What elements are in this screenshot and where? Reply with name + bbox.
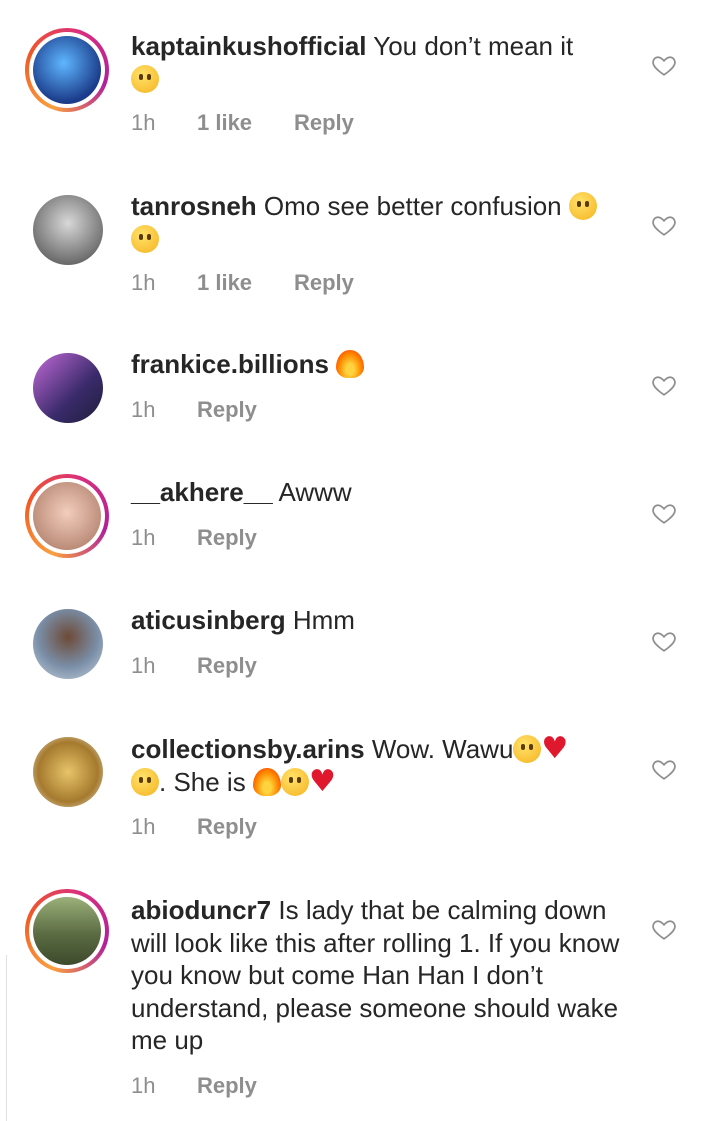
red-heart-emoji-icon: ♥ <box>308 763 336 799</box>
red-heart-emoji-icon: ♥ <box>541 731 569 766</box>
comment-text: tanrosneh Omo see better confusion <box>131 190 626 255</box>
comment-username[interactable]: abioduncr7 <box>131 895 271 925</box>
reply-button[interactable]: Reply <box>197 397 257 423</box>
heart-outline-icon[interactable] <box>651 500 677 526</box>
comment-time: 1h <box>131 110 156 135</box>
heart-outline-icon[interactable] <box>651 212 677 238</box>
comment-time: 1h <box>131 270 156 295</box>
comment-body: Hmm <box>292 605 355 635</box>
reply-button[interactable]: Reply <box>197 525 257 551</box>
comment-time: 1h <box>131 397 156 422</box>
reply-button[interactable]: Reply <box>294 110 354 136</box>
reply-button[interactable]: Reply <box>197 1073 257 1099</box>
avatar[interactable] <box>25 889 109 973</box>
laughing-tears-emoji-icon <box>131 224 159 253</box>
avatar[interactable] <box>25 474 109 558</box>
comment-likes[interactable]: 1 like <box>197 110 294 136</box>
comment-text: aticusinberg Hmm <box>131 604 626 637</box>
comment-body-continued: . She is <box>159 766 246 797</box>
kissing-face-emoji-icon <box>513 735 542 763</box>
heart-outline-icon[interactable] <box>651 52 677 78</box>
comment-time: 1h <box>131 814 156 839</box>
fire-emoji-icon <box>336 350 365 378</box>
comment-body: Omo see better confusion <box>263 191 562 221</box>
avatar[interactable] <box>33 737 103 807</box>
comment-username[interactable]: __akhere__ <box>131 477 273 507</box>
edge-divider <box>0 955 7 1121</box>
comment-text: collectionsby.arins Wow. Wawu ♥ . She is … <box>131 733 626 798</box>
laughing-tears-emoji-icon <box>568 192 597 220</box>
comment-time: 1h <box>131 653 156 678</box>
avatar[interactable] <box>33 353 103 423</box>
comment-time: 1h <box>131 1073 156 1098</box>
comment-text: __akhere__ Awww <box>131 476 626 509</box>
heart-outline-icon[interactable] <box>651 372 677 398</box>
comment-time: 1h <box>131 525 156 550</box>
heart-outline-icon[interactable] <box>651 628 677 654</box>
comment-username[interactable]: collectionsby.arins <box>131 734 365 764</box>
comment-username[interactable]: tanrosneh <box>131 191 257 221</box>
comment-username[interactable]: frankice.billions <box>131 349 329 379</box>
comment-body: Awww <box>278 477 352 507</box>
heart-eyes-emoji-icon <box>131 767 159 796</box>
reply-button[interactable]: Reply <box>197 653 257 679</box>
fire-emoji-icon <box>252 767 281 796</box>
reply-button[interactable]: Reply <box>197 814 257 840</box>
comment-body: Wow. Wawu <box>371 734 514 764</box>
comment-username[interactable]: aticusinberg <box>131 605 286 635</box>
avatar[interactable] <box>33 195 103 265</box>
comment-text: abioduncr7 Is lady that be calming down … <box>131 894 626 1057</box>
heart-eyes-emoji-icon <box>280 767 309 796</box>
comment-body: You don’t mean it <box>373 31 574 61</box>
comment-text: kaptainkushofficial You don’t mean it <box>131 30 626 95</box>
reply-button[interactable]: Reply <box>294 270 354 296</box>
comment-likes[interactable]: 1 like <box>197 270 294 296</box>
comment-text: frankice.billions <box>131 348 626 381</box>
avatar[interactable] <box>25 28 109 112</box>
heart-outline-icon[interactable] <box>651 756 677 782</box>
comment-username[interactable]: kaptainkushofficial <box>131 31 367 61</box>
heart-outline-icon[interactable] <box>651 916 677 942</box>
weary-face-emoji-icon <box>131 64 159 93</box>
avatar[interactable] <box>33 609 103 679</box>
